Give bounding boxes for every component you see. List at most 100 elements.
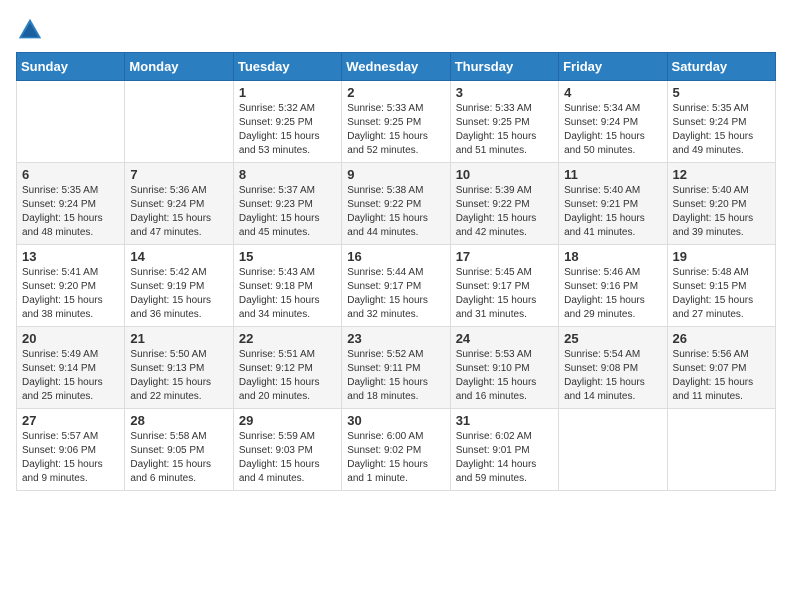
day-info: Sunrise: 5:57 AM Sunset: 9:06 PM Dayligh…	[22, 430, 119, 486]
calendar-header-tuesday: Tuesday	[233, 53, 341, 81]
day-info: Sunrise: 5:36 AM Sunset: 9:24 PM Dayligh…	[130, 184, 227, 240]
calendar-cell: 23Sunrise: 5:52 AM Sunset: 9:11 PM Dayli…	[342, 327, 450, 409]
day-info: Sunrise: 5:43 AM Sunset: 9:18 PM Dayligh…	[239, 266, 336, 322]
day-number: 6	[22, 167, 119, 182]
day-number: 31	[456, 413, 553, 428]
day-number: 28	[130, 413, 227, 428]
calendar-cell: 21Sunrise: 5:50 AM Sunset: 9:13 PM Dayli…	[125, 327, 233, 409]
day-number: 26	[673, 331, 770, 346]
day-info: Sunrise: 5:46 AM Sunset: 9:16 PM Dayligh…	[564, 266, 661, 322]
day-info: Sunrise: 5:49 AM Sunset: 9:14 PM Dayligh…	[22, 348, 119, 404]
calendar-header-row: SundayMondayTuesdayWednesdayThursdayFrid…	[17, 53, 776, 81]
day-info: Sunrise: 5:41 AM Sunset: 9:20 PM Dayligh…	[22, 266, 119, 322]
day-info: Sunrise: 5:42 AM Sunset: 9:19 PM Dayligh…	[130, 266, 227, 322]
day-info: Sunrise: 5:53 AM Sunset: 9:10 PM Dayligh…	[456, 348, 553, 404]
day-info: Sunrise: 5:44 AM Sunset: 9:17 PM Dayligh…	[347, 266, 444, 322]
day-number: 5	[673, 85, 770, 100]
calendar-cell: 5 Sunrise: 5:35 AM Sunset: 9:24 PM Daylig…	[667, 81, 775, 163]
calendar-cell: 26Sunrise: 5:56 AM Sunset: 9:07 PM Dayli…	[667, 327, 775, 409]
day-number: 14	[130, 249, 227, 264]
day-info: Sunrise: 5:33 AM Sunset: 9:25 PM Dayligh…	[347, 102, 444, 158]
day-number: 25	[564, 331, 661, 346]
day-info: Sunrise: 5:59 AM Sunset: 9:03 PM Dayligh…	[239, 430, 336, 486]
day-number: 30	[347, 413, 444, 428]
day-info: Sunrise: 5:33 AM Sunset: 9:25 PM Dayligh…	[456, 102, 553, 158]
day-number: 24	[456, 331, 553, 346]
day-number: 7	[130, 167, 227, 182]
day-number: 3	[456, 85, 553, 100]
calendar-cell: 8Sunrise: 5:37 AM Sunset: 9:23 PM Daylig…	[233, 163, 341, 245]
calendar-cell: 2 Sunrise: 5:33 AM Sunset: 9:25 PM Daylig…	[342, 81, 450, 163]
logo	[16, 16, 48, 44]
calendar-cell	[125, 81, 233, 163]
day-number: 1	[239, 85, 336, 100]
calendar-cell: 13 Sunrise: 5:41 AM Sunset: 9:20 PM Dayli…	[17, 245, 125, 327]
day-number: 21	[130, 331, 227, 346]
day-info: Sunrise: 6:02 AM Sunset: 9:01 PM Dayligh…	[456, 430, 553, 486]
day-info: Sunrise: 5:40 AM Sunset: 9:20 PM Dayligh…	[673, 184, 770, 240]
day-number: 18	[564, 249, 661, 264]
day-info: Sunrise: 5:35 AM Sunset: 9:24 PM Dayligh…	[673, 102, 770, 158]
day-number: 16	[347, 249, 444, 264]
page-header	[16, 16, 776, 44]
calendar-cell	[17, 81, 125, 163]
calendar-header-saturday: Saturday	[667, 53, 775, 81]
calendar-cell	[667, 409, 775, 491]
calendar-cell: 25 Sunrise: 5:54 AM Sunset: 9:08 PM Dayli…	[559, 327, 667, 409]
day-info: Sunrise: 6:00 AM Sunset: 9:02 PM Dayligh…	[347, 430, 444, 486]
day-info: Sunrise: 5:32 AM Sunset: 9:25 PM Dayligh…	[239, 102, 336, 158]
day-number: 2	[347, 85, 444, 100]
calendar-cell: 27 Sunrise: 5:57 AM Sunset: 9:06 PM Dayli…	[17, 409, 125, 491]
calendar-cell: 15 Sunrise: 5:43 AM Sunset: 9:18 PM Dayli…	[233, 245, 341, 327]
calendar-cell: 12 Sunrise: 5:40 AM Sunset: 9:20 PM Dayli…	[667, 163, 775, 245]
calendar-cell	[559, 409, 667, 491]
day-number: 23	[347, 331, 444, 346]
day-info: Sunrise: 5:54 AM Sunset: 9:08 PM Dayligh…	[564, 348, 661, 404]
calendar-cell: 6 Sunrise: 5:35 AM Sunset: 9:24 PM Daylig…	[17, 163, 125, 245]
calendar-header-wednesday: Wednesday	[342, 53, 450, 81]
day-number: 12	[673, 167, 770, 182]
day-info: Sunrise: 5:35 AM Sunset: 9:24 PM Dayligh…	[22, 184, 119, 240]
calendar-cell: 19 Sunrise: 5:48 AM Sunset: 9:15 PM Dayli…	[667, 245, 775, 327]
calendar-cell: 22 Sunrise: 5:51 AM Sunset: 9:12 PM Dayli…	[233, 327, 341, 409]
calendar-cell: 9 Sunrise: 5:38 AM Sunset: 9:22 PM Daylig…	[342, 163, 450, 245]
day-number: 13	[22, 249, 119, 264]
calendar-cell: 7 Sunrise: 5:36 AM Sunset: 9:24 PM Daylig…	[125, 163, 233, 245]
calendar-cell: 16 Sunrise: 5:44 AM Sunset: 9:17 PM Dayli…	[342, 245, 450, 327]
day-info: Sunrise: 5:39 AM Sunset: 9:22 PM Dayligh…	[456, 184, 553, 240]
calendar-week-row: 27 Sunrise: 5:57 AM Sunset: 9:06 PM Dayli…	[17, 409, 776, 491]
calendar-cell: 30 Sunrise: 6:00 AM Sunset: 9:02 PM Dayli…	[342, 409, 450, 491]
calendar-header-monday: Monday	[125, 53, 233, 81]
day-info: Sunrise: 5:40 AM Sunset: 9:21 PM Dayligh…	[564, 184, 661, 240]
day-info: Sunrise: 5:34 AM Sunset: 9:24 PM Dayligh…	[564, 102, 661, 158]
day-number: 9	[347, 167, 444, 182]
day-info: Sunrise: 5:38 AM Sunset: 9:22 PM Dayligh…	[347, 184, 444, 240]
day-number: 22	[239, 331, 336, 346]
calendar-cell: 17 Sunrise: 5:45 AM Sunset: 9:17 PM Dayli…	[450, 245, 558, 327]
calendar-cell: 24 Sunrise: 5:53 AM Sunset: 9:10 PM Dayli…	[450, 327, 558, 409]
calendar-cell: 10Sunrise: 5:39 AM Sunset: 9:22 PM Dayli…	[450, 163, 558, 245]
calendar-cell: 14 Sunrise: 5:42 AM Sunset: 9:19 PM Dayli…	[125, 245, 233, 327]
day-number: 19	[673, 249, 770, 264]
day-info: Sunrise: 5:51 AM Sunset: 9:12 PM Dayligh…	[239, 348, 336, 404]
calendar-cell: 1 Sunrise: 5:32 AM Sunset: 9:25 PM Daylig…	[233, 81, 341, 163]
day-number: 15	[239, 249, 336, 264]
day-number: 11	[564, 167, 661, 182]
calendar-cell: 31 Sunrise: 6:02 AM Sunset: 9:01 PM Dayli…	[450, 409, 558, 491]
day-number: 29	[239, 413, 336, 428]
day-info: Sunrise: 5:48 AM Sunset: 9:15 PM Dayligh…	[673, 266, 770, 322]
calendar-week-row: 20Sunrise: 5:49 AM Sunset: 9:14 PM Dayli…	[17, 327, 776, 409]
calendar-cell: 29 Sunrise: 5:59 AM Sunset: 9:03 PM Dayli…	[233, 409, 341, 491]
calendar-week-row: 1 Sunrise: 5:32 AM Sunset: 9:25 PM Daylig…	[17, 81, 776, 163]
day-info: Sunrise: 5:58 AM Sunset: 9:05 PM Dayligh…	[130, 430, 227, 486]
day-info: Sunrise: 5:37 AM Sunset: 9:23 PM Dayligh…	[239, 184, 336, 240]
day-number: 27	[22, 413, 119, 428]
calendar-week-row: 13 Sunrise: 5:41 AM Sunset: 9:20 PM Dayli…	[17, 245, 776, 327]
calendar-header-sunday: Sunday	[17, 53, 125, 81]
day-number: 4	[564, 85, 661, 100]
day-number: 17	[456, 249, 553, 264]
calendar-header-friday: Friday	[559, 53, 667, 81]
calendar-header-thursday: Thursday	[450, 53, 558, 81]
logo-icon	[16, 16, 44, 44]
day-info: Sunrise: 5:45 AM Sunset: 9:17 PM Dayligh…	[456, 266, 553, 322]
